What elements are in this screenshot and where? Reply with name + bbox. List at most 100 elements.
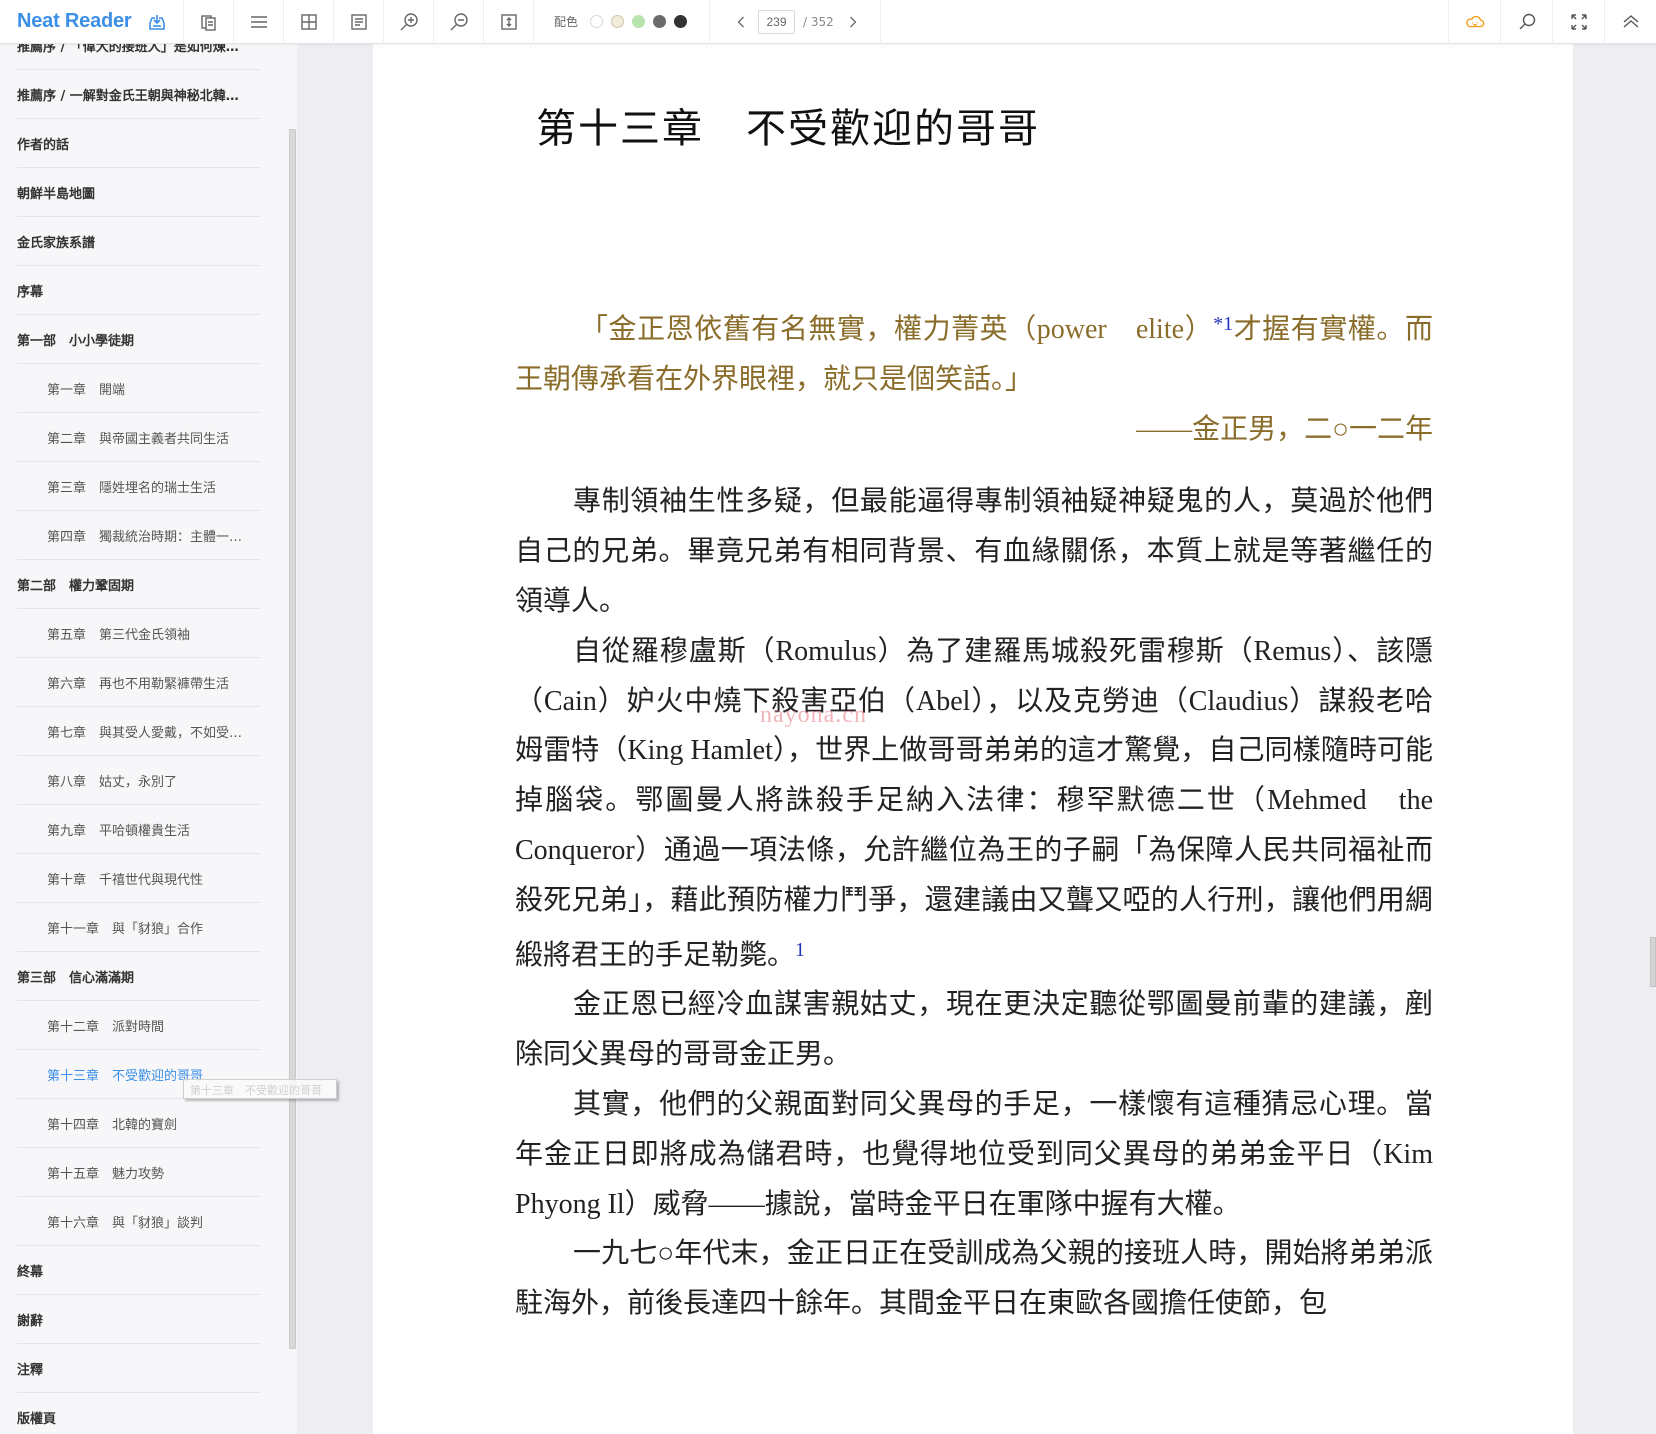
epigraph-source: ——金正男，二○一二年: [1136, 413, 1433, 445]
cloud-sync-button[interactable]: [1448, 0, 1500, 44]
toc-item[interactable]: 第六章 再也不用勒緊褲帶生活: [17, 658, 260, 707]
collapse-toolbar-button[interactable]: [1604, 0, 1656, 44]
toc-item[interactable]: 第一部 小小學徒期: [17, 315, 260, 364]
page-number-input[interactable]: [758, 9, 796, 34]
theme-swatch-gray[interactable]: [653, 15, 667, 28]
toc-item[interactable]: 謝辭: [17, 1295, 260, 1344]
toc-item[interactable]: 第九章 平哈頓權貴生活: [17, 805, 260, 854]
toc-item[interactable]: 終幕: [17, 1246, 260, 1295]
fullscreen-icon: [1570, 13, 1587, 30]
toc-item[interactable]: 第四章 獨裁統治時期：主體一…: [17, 511, 260, 560]
toc-item-label: 第五章 第三代金氏領袖: [47, 627, 191, 643]
import-icon[interactable]: [147, 12, 167, 32]
epigraph-text-a: 「金正恩依舊有名無實，權力菁英（power elite）: [580, 314, 1214, 345]
toc-item-label: 第二部 權力鞏固期: [17, 578, 135, 594]
fit-page-icon: [500, 13, 517, 30]
toc-item-label: 朝鮮半島地圖: [17, 186, 96, 202]
page-navigator: / 352: [710, 0, 881, 44]
toc-item-label: 第六章 再也不用勒緊褲帶生活: [47, 676, 230, 692]
toc-item[interactable]: 第十四章 北韓的寶劍: [17, 1099, 260, 1148]
toc-item[interactable]: 金氏家族系譜: [17, 217, 260, 266]
page-scrollbar[interactable]: [1650, 937, 1656, 987]
toc-item-label: 推薦序 / 一解對金氏王朝與神秘北韓…: [17, 88, 239, 104]
toc-item[interactable]: 第十章 千禧世代與現代性: [17, 854, 260, 903]
toc-item[interactable]: 版權頁: [17, 1393, 260, 1434]
toc-list-button[interactable]: [234, 0, 284, 44]
toc-item[interactable]: 第三部 信心滿滿期: [17, 952, 260, 1001]
copy-pages-button[interactable]: [184, 0, 234, 44]
cloud-sync-icon: [1465, 15, 1484, 27]
toc-item[interactable]: 第一章 開端: [17, 364, 260, 413]
toc-item-label: 第二章 與帝國主義者共同生活: [47, 431, 230, 447]
toc-item[interactable]: 第二章 與帝國主義者共同生活: [17, 413, 260, 462]
search-button[interactable]: [1500, 0, 1552, 44]
copy-pages-icon: [200, 14, 216, 31]
fit-page-button[interactable]: [484, 0, 534, 44]
sidebar-scrollbar[interactable]: [289, 129, 296, 1349]
epigraph-quote: 「金正恩依舊有名無實，權力菁英（power elite）*1才握有實權。而王朝傳…: [515, 300, 1433, 405]
toc-item-label: 第十四章 北韓的寶劍: [47, 1117, 178, 1133]
toc-item-label: 第十章 千禧世代與現代性: [47, 872, 204, 888]
paragraph: 自從羅穆盧斯（Romulus）為了建羅馬城殺死雷穆斯（Remus）、該隱（Cai…: [515, 627, 1461, 981]
toc-item[interactable]: 序幕: [17, 266, 260, 315]
theme-swatch-dark[interactable]: [674, 15, 688, 28]
toolbar: Neat Reader 配色 / 352: [0, 0, 1656, 44]
toc-item-label: 第八章 姑丈，永別了: [47, 774, 178, 790]
toc-list: 推薦序 / 「偉大的接班人」是如何煉… 推薦序 / 一解對金氏王朝與神秘北韓… 作者…: [0, 44, 260, 1434]
toc-item[interactable]: 第十一章 與「豺狼」合作: [17, 903, 260, 952]
toc-item[interactable]: 作者的話: [17, 119, 260, 168]
grid-view-icon: [300, 13, 317, 30]
collapse-up-icon: [1623, 14, 1638, 28]
footnote-link[interactable]: 1: [795, 939, 805, 961]
paragraph: 一九七○年代末，金正日正在受訓成為父親的接班人時，開始將弟弟派駐海外，前後長達四…: [515, 1238, 1433, 1320]
toc-sidebar: 推薦序 / 「偉大的接班人」是如何煉… 推薦序 / 一解對金氏王朝與神秘北韓… 作者…: [0, 44, 297, 1434]
page-content: 「金正恩依舊有名無實，權力菁英（power elite）*1才握有實權。而王朝傳…: [515, 300, 1461, 1329]
total-pages: / 352: [803, 14, 834, 29]
toc-item-label: 第十二章 派對時間: [47, 1019, 165, 1035]
footnote-link[interactable]: *1: [1213, 313, 1233, 335]
zoom-out-button[interactable]: [434, 0, 484, 44]
toc-item-label: 終幕: [17, 1264, 44, 1280]
toc-item-label: 第十五章 魅力攻勢: [47, 1166, 165, 1182]
toc-item-label: 第一部 小小學徒期: [17, 333, 135, 349]
toc-item-label: 第三部 信心滿滿期: [17, 970, 135, 986]
toc-item[interactable]: 第八章 姑丈，永別了: [17, 756, 260, 805]
book-page: 第十三章 不受歡迎的哥哥 「金正恩依舊有名無實，權力菁英（power elite…: [373, 44, 1573, 1434]
toc-item[interactable]: 第五章 第三代金氏領袖: [17, 609, 260, 658]
drag-ghost-tooltip: 第十三章 不受歡迎的哥哥: [183, 1079, 337, 1099]
toc-item[interactable]: 第十五章 魅力攻勢: [17, 1148, 260, 1197]
toc-item-label: 第十三章 不受歡迎的哥哥: [47, 1068, 204, 1084]
color-theme-group: 配色: [534, 0, 711, 44]
toc-item-label: 推薦序 / 「偉大的接班人」是如何煉…: [17, 44, 239, 55]
paragraph: 金正恩已經冷血謀害親姑丈，現在更決定聽從鄂圖曼前輩的建議，剷除同父異母的哥哥金正…: [515, 989, 1433, 1071]
toc-item-label: 版權頁: [17, 1411, 57, 1427]
theme-swatch-green[interactable]: [632, 15, 646, 28]
toolbar-right: [1448, 0, 1656, 44]
toc-item[interactable]: 推薦序 / 「偉大的接班人」是如何煉…: [17, 44, 260, 70]
watermark: nayona.cn: [760, 702, 867, 728]
toc-item-label: 第一章 開端: [47, 382, 126, 398]
next-page-button[interactable]: [844, 12, 862, 32]
toc-item[interactable]: 第十六章 與「豺狼」談判: [17, 1197, 260, 1246]
grid-view-button[interactable]: [284, 0, 334, 44]
zoom-in-button[interactable]: [384, 0, 434, 44]
toc-item-label: 注釋: [17, 1362, 44, 1378]
toc-item-label: 作者的話: [17, 137, 70, 153]
toc-item[interactable]: 朝鮮半島地圖: [17, 168, 260, 217]
toc-item[interactable]: 第十二章 派對時間: [17, 1001, 260, 1050]
toc-item[interactable]: 注釋: [17, 1344, 260, 1393]
toc-item[interactable]: 第二部 權力鞏固期: [17, 560, 260, 609]
notes-button[interactable]: [334, 0, 384, 44]
toc-item[interactable]: 第三章 隱姓埋名的瑞士生活: [17, 462, 260, 511]
toc-item-label: 第十一章 與「豺狼」合作: [47, 921, 204, 937]
theme-swatch-beige[interactable]: [611, 15, 625, 28]
app-title: Neat Reader: [17, 10, 132, 32]
theme-swatch-white[interactable]: [590, 15, 604, 28]
brand: Neat Reader: [0, 0, 184, 44]
color-theme-label: 配色: [554, 15, 579, 29]
prev-page-button[interactable]: [732, 12, 750, 32]
fullscreen-button[interactable]: [1552, 0, 1604, 44]
toc-item[interactable]: 第七章 與其受人愛戴，不如受…: [17, 707, 260, 756]
notes-icon: [350, 13, 367, 30]
toc-item[interactable]: 推薦序 / 一解對金氏王朝與神秘北韓…: [17, 70, 260, 119]
